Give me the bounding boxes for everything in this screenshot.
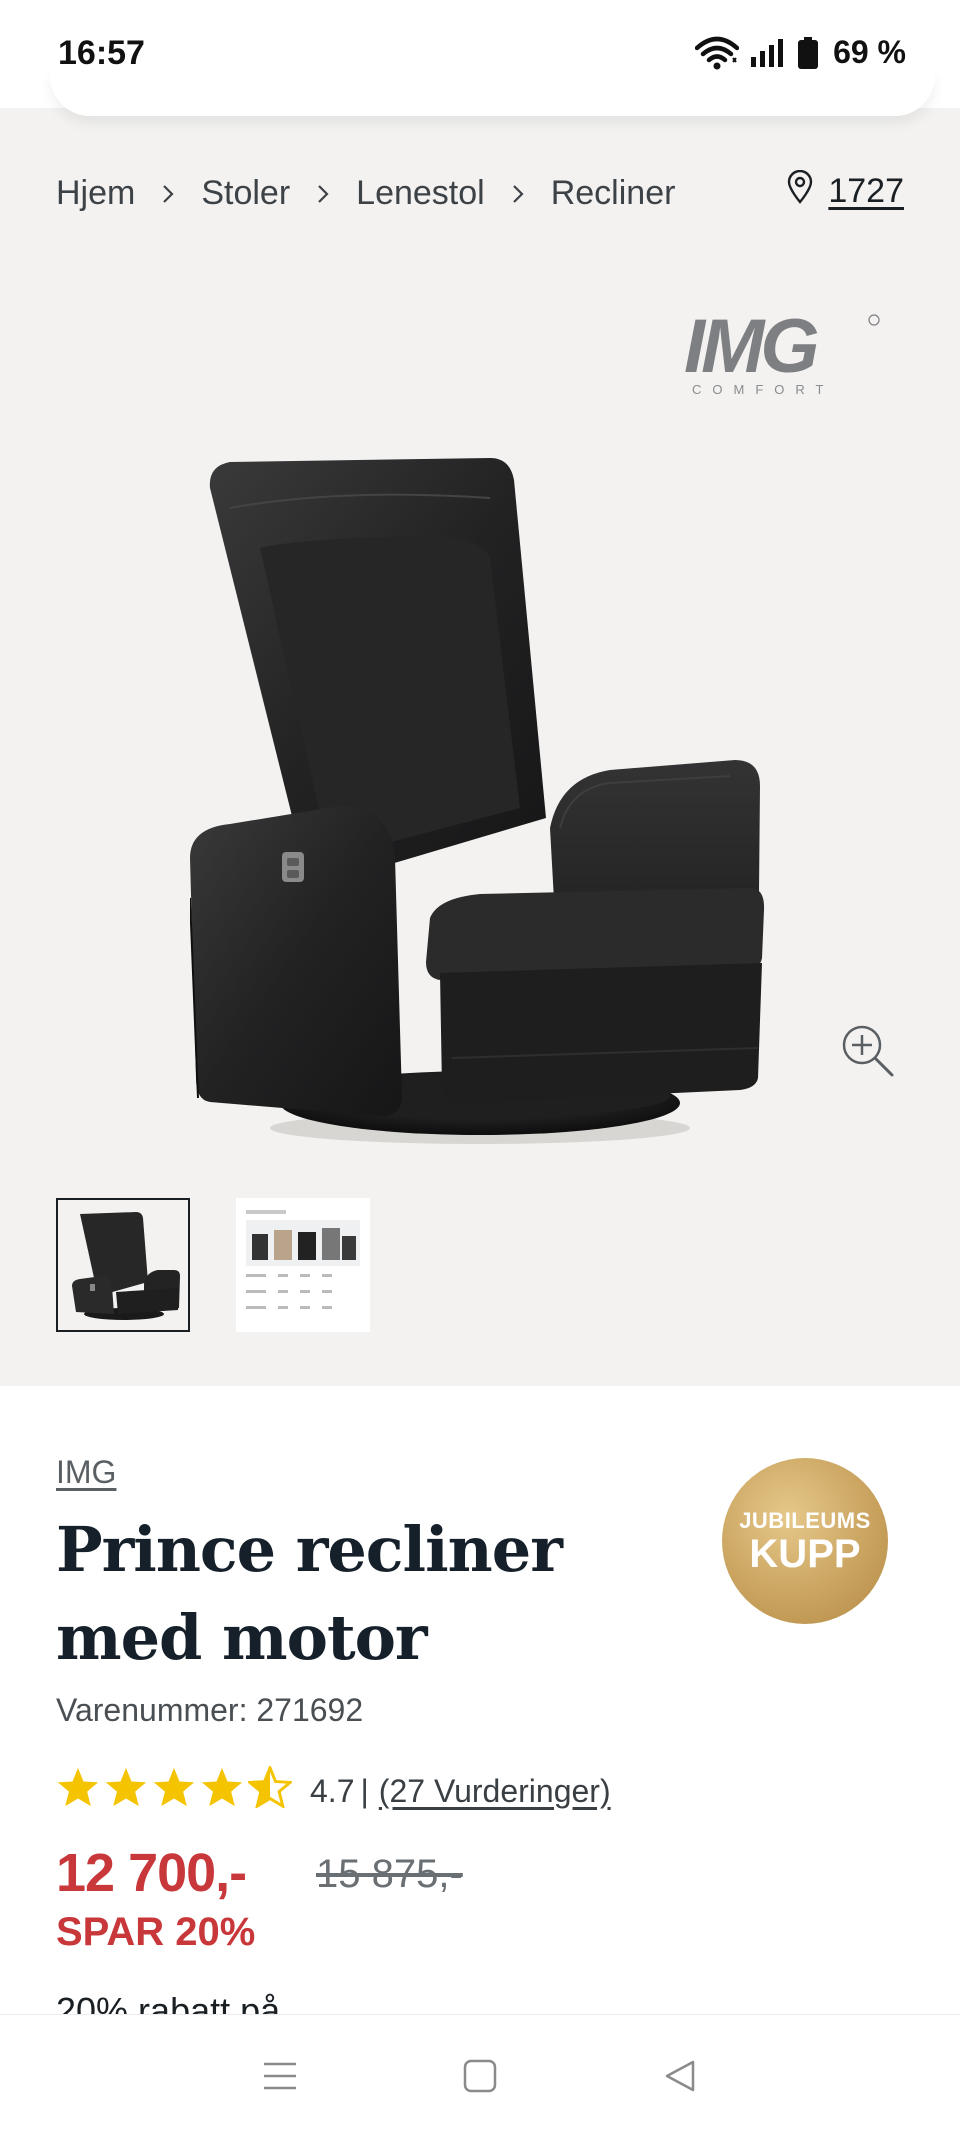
badge-line-2: KUPP xyxy=(749,1532,861,1576)
location-pin-icon xyxy=(786,169,814,213)
product-gallery: Hjem Stoler Lenestol Recliner 1727 IMG C… xyxy=(0,108,960,1386)
breadcrumb-item-recliner[interactable]: Recliner xyxy=(551,174,676,213)
reviews-link[interactable]: (27 Vurderinger) xyxy=(379,1773,611,1810)
breadcrumb-item-hjem[interactable]: Hjem xyxy=(56,174,135,213)
star-icon xyxy=(200,1766,244,1816)
rating-stars xyxy=(56,1763,294,1816)
rating-score: 4.7 xyxy=(310,1772,355,1809)
star-icon xyxy=(56,1766,100,1816)
savings-label: SPAR 20% xyxy=(56,1910,256,1954)
chevron-right-icon xyxy=(161,183,175,205)
chevron-right-icon xyxy=(316,183,330,205)
store-link[interactable]: 1727 xyxy=(786,169,904,213)
thumbnail-1[interactable] xyxy=(56,1198,190,1332)
old-price: 15 875,- xyxy=(316,1852,463,1896)
breadcrumb-item-lenestol[interactable]: Lenestol xyxy=(356,174,485,213)
rating-divider: | xyxy=(360,1772,369,1809)
star-half-icon xyxy=(246,1763,294,1816)
chevron-right-icon xyxy=(511,183,525,205)
product-info: IMG Prince recliner med motor JUBILEUMS … xyxy=(0,1386,960,2014)
battery-percentage: 69 % xyxy=(833,34,906,70)
product-sku: Varenummer: 271692 xyxy=(56,1692,364,1728)
current-price: 12 700,- xyxy=(56,1843,247,1903)
brand-link[interactable]: IMG xyxy=(56,1454,116,1491)
breadcrumb: Hjem Stoler Lenestol Recliner xyxy=(56,174,675,213)
product-rating: 4.7 | (27 Vurderinger) xyxy=(56,1763,611,1816)
back-triangle-icon[interactable] xyxy=(650,2046,710,2106)
home-square-icon[interactable] xyxy=(450,2046,510,2106)
system-nav-bar xyxy=(0,2014,960,2137)
status-icons: 69 % xyxy=(695,34,906,71)
zoom-in-icon[interactable] xyxy=(840,1023,896,1079)
product-image[interactable] xyxy=(189,358,770,1148)
product-title: Prince recliner med motor xyxy=(56,1513,563,1674)
menu-icon[interactable] xyxy=(250,2046,310,2106)
star-icon xyxy=(152,1766,196,1816)
badge-line-1: JUBILEUMS xyxy=(739,1508,871,1533)
breadcrumb-item-stoler[interactable]: Stoler xyxy=(201,174,290,213)
thumbnail-2[interactable] xyxy=(236,1198,370,1332)
signal-icon xyxy=(749,37,787,69)
header-card-edge xyxy=(50,70,935,116)
jubileums-kupp-badge: JUBILEUMS KUPP xyxy=(722,1458,888,1624)
star-icon xyxy=(104,1766,148,1816)
promo-text: 20% rabatt på xyxy=(56,1990,281,2014)
status-time: 16:57 xyxy=(58,34,145,72)
store-number: 1727 xyxy=(828,172,904,210)
wifi-icon xyxy=(695,36,740,70)
battery-icon xyxy=(797,36,819,70)
